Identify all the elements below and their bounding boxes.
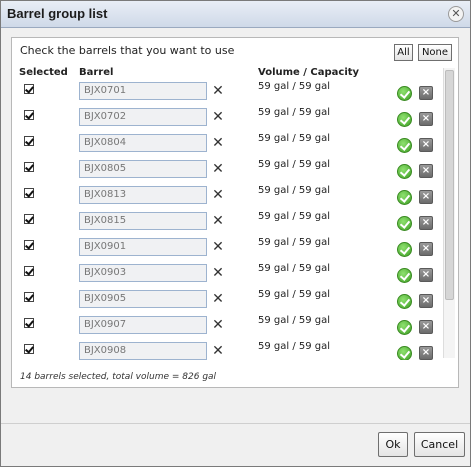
dialog-title: Barrel group list [7,6,108,21]
table-row: BJX0813 ✕ 59 gal / 59 gal × [12,184,442,210]
table-row: BJX0702 ✕ 59 gal / 59 gal × [12,106,442,132]
remove-icon[interactable]: × [419,216,433,230]
barrel-field[interactable]: BJX0905 [79,290,207,308]
remove-icon[interactable]: × [419,294,433,308]
check-circle-icon[interactable] [397,294,412,309]
close-icon[interactable]: ✕ [448,6,464,22]
barrel-field[interactable]: BJX0907 [79,316,207,334]
select-all-button[interactable]: All [394,44,413,61]
table-row: BJX0905 ✕ 59 gal / 59 gal × [12,288,442,314]
volume-capacity: 59 gal / 59 gal [258,341,331,352]
selected-checkbox[interactable] [24,162,34,172]
selected-checkbox[interactable] [24,84,34,94]
barrel-field[interactable]: BJX0815 [79,212,207,230]
selected-checkbox[interactable] [24,266,34,276]
selected-checkbox[interactable] [24,240,34,250]
barrel-panel: Check the barrels that you want to use A… [11,37,459,388]
volume-capacity: 59 gal / 59 gal [258,263,331,274]
remove-icon[interactable]: × [419,346,433,360]
check-circle-icon[interactable] [397,242,412,257]
table-row: BJX0815 ✕ 59 gal / 59 gal × [12,210,442,236]
selected-checkbox[interactable] [24,110,34,120]
barrel-field[interactable]: BJX0701 [79,82,207,100]
close-icon[interactable]: ✕ [211,291,225,307]
barrel-field[interactable]: BJX0813 [79,186,207,204]
close-icon[interactable]: ✕ [211,265,225,281]
selected-checkbox[interactable] [24,214,34,224]
table-row: BJX0907 ✕ 59 gal / 59 gal × [12,314,442,340]
close-icon[interactable]: ✕ [211,83,225,99]
check-circle-icon[interactable] [397,86,412,101]
scrollbar-thumb[interactable] [445,70,454,300]
close-icon[interactable]: ✕ [211,317,225,333]
check-circle-icon[interactable] [397,164,412,179]
close-icon[interactable]: ✕ [211,239,225,255]
remove-icon[interactable]: × [419,320,433,334]
barrel-field[interactable]: BJX0908 [79,342,207,360]
title-bar[interactable]: Barrel group list ✕ [1,1,470,28]
check-circle-icon[interactable] [397,138,412,153]
column-header-volume: Volume / Capacity [258,67,360,78]
barrel-field[interactable]: BJX0702 [79,108,207,126]
select-none-button[interactable]: None [418,44,452,61]
barrel-field[interactable]: BJX0903 [79,264,207,282]
volume-capacity: 59 gal / 59 gal [258,237,331,248]
volume-capacity: 59 gal / 59 gal [258,107,331,118]
barrel-list: BJX0701 ✕ 59 gal / 59 gal × BJX0702 ✕ 59 gal /… [12,80,442,360]
selected-checkbox[interactable] [24,344,34,354]
close-icon[interactable]: ✕ [211,135,225,151]
volume-capacity: 59 gal / 59 gal [258,315,331,326]
remove-icon[interactable]: × [419,242,433,256]
selected-checkbox[interactable] [24,318,34,328]
column-header-barrel: Barrel [79,67,114,78]
footer-divider [1,423,470,424]
remove-icon[interactable]: × [419,112,433,126]
ok-button[interactable]: Ok [378,432,408,457]
close-icon[interactable]: ✕ [211,213,225,229]
check-circle-icon[interactable] [397,346,412,360]
close-icon[interactable]: ✕ [211,187,225,203]
table-row: BJX0804 ✕ 59 gal / 59 gal × [12,132,442,158]
check-circle-icon[interactable] [397,112,412,127]
check-circle-icon[interactable] [397,320,412,335]
remove-icon[interactable]: × [419,138,433,152]
table-row: BJX0908 ✕ 59 gal / 59 gal × [12,340,442,360]
selection-summary: 14 barrels selected, total volume = 826 … [20,372,217,382]
check-circle-icon[interactable] [397,268,412,283]
volume-capacity: 59 gal / 59 gal [258,211,331,222]
check-circle-icon[interactable] [397,216,412,231]
barrel-field[interactable]: BJX0901 [79,238,207,256]
selected-checkbox[interactable] [24,188,34,198]
remove-icon[interactable]: × [419,190,433,204]
check-circle-icon[interactable] [397,190,412,205]
selected-checkbox[interactable] [24,292,34,302]
remove-icon[interactable]: × [419,164,433,178]
close-icon[interactable]: ✕ [211,109,225,125]
table-row: BJX0805 ✕ 59 gal / 59 gal × [12,158,442,184]
remove-icon[interactable]: × [419,268,433,282]
close-icon[interactable]: ✕ [211,343,225,359]
selected-checkbox[interactable] [24,136,34,146]
barrel-group-dialog: Barrel group list ✕ Check the barrels th… [0,0,471,467]
table-row: BJX0901 ✕ 59 gal / 59 gal × [12,236,442,262]
barrel-field[interactable]: BJX0805 [79,160,207,178]
volume-capacity: 59 gal / 59 gal [258,185,331,196]
instructions-text: Check the barrels that you want to use [20,44,235,57]
cancel-button[interactable]: Cancel [414,432,465,457]
table-row: BJX0903 ✕ 59 gal / 59 gal × [12,262,442,288]
volume-capacity: 59 gal / 59 gal [258,159,331,170]
remove-icon[interactable]: × [419,86,433,100]
volume-capacity: 59 gal / 59 gal [258,289,331,300]
close-icon[interactable]: ✕ [211,161,225,177]
volume-capacity: 59 gal / 59 gal [258,81,331,92]
barrel-field[interactable]: BJX0804 [79,134,207,152]
column-header-selected: Selected [19,67,68,78]
list-scrollbar[interactable] [443,68,455,358]
volume-capacity: 59 gal / 59 gal [258,133,331,144]
table-row: BJX0701 ✕ 59 gal / 59 gal × [12,80,442,106]
